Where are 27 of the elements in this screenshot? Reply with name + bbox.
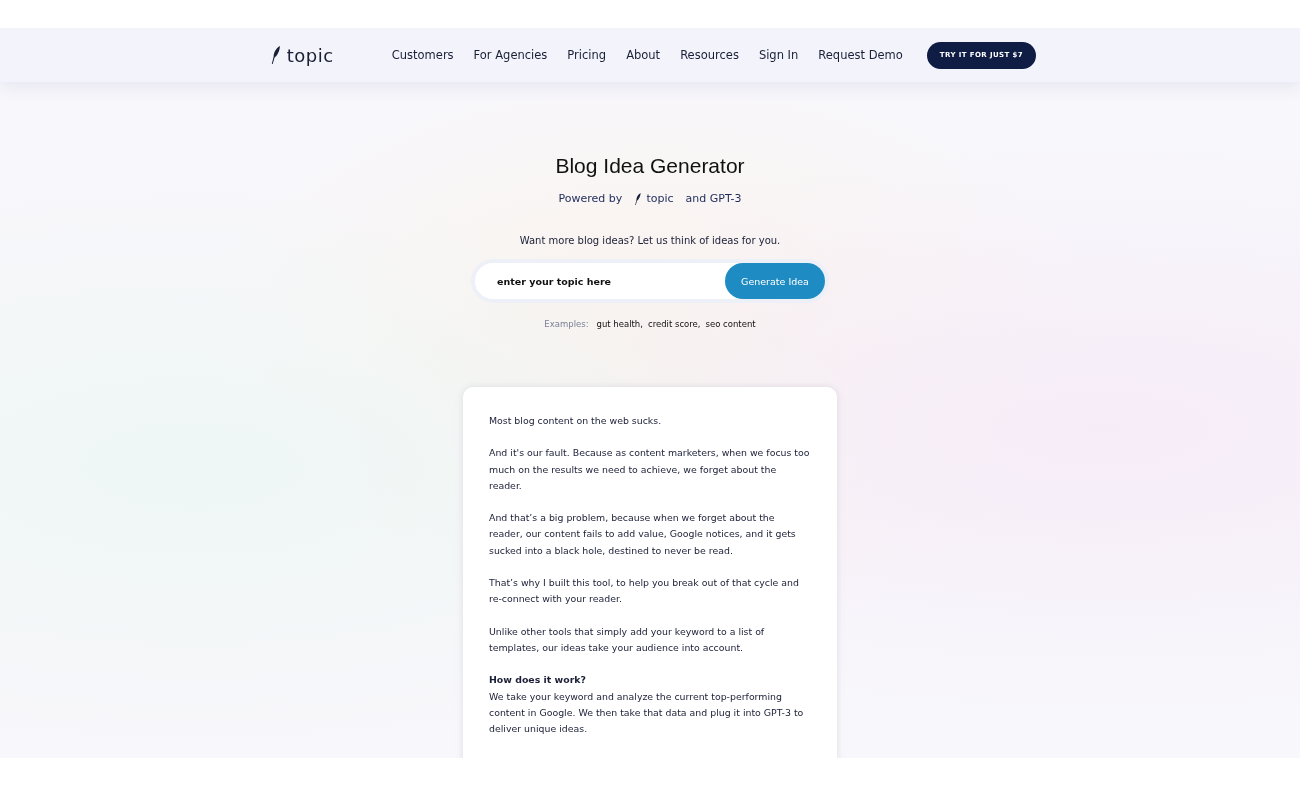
nav-link[interactable]: Resources <box>680 48 739 62</box>
quill-icon <box>270 46 281 64</box>
section-heading: How does it work? <box>489 673 587 688</box>
nav-link[interactable]: Request Demo <box>818 48 903 62</box>
topic-logo[interactable]: topic <box>270 44 334 66</box>
paragraph: Unlike other tools that simply add your keyword to a list of templates, our ideas take your audience into account. <box>489 624 766 655</box>
nav-link[interactable]: About <box>626 48 661 62</box>
paragraph: Most blog content on the web sucks. <box>489 414 663 428</box>
generate-idea-button[interactable]: Generate Idea <box>725 263 825 299</box>
powered-by-text: Powered by <box>558 192 623 205</box>
example-link[interactable]: seo content <box>705 319 756 329</box>
paragraph: That’s why I built this tool, to help you break out of that cycle and re-connect with your reader. <box>489 576 800 607</box>
quill-icon <box>634 192 642 205</box>
nav-link[interactable]: Customers <box>391 48 454 62</box>
paragraph: We take your keyword and analyze the current top-performing content in Google. We then take that data and plug it into GPT-3 to deliver unique ideas. <box>489 689 805 737</box>
page-title: Blog Idea Generator <box>555 154 745 178</box>
nav-link[interactable]: Pricing <box>567 48 607 62</box>
prompt-text: Want more blog ideas? Let us think of ideas for you. <box>519 235 781 246</box>
example-link[interactable]: credit score, <box>647 319 701 329</box>
topic-logo: topic <box>634 192 674 205</box>
examples-label: Examples: <box>544 319 589 329</box>
nav-link[interactable]: Sign In <box>758 48 799 62</box>
example-link[interactable]: gut health, <box>596 319 643 329</box>
powered-by-text: and GPT-3 <box>685 192 742 205</box>
paragraph: And it's our fault. Because as content marketers, when we focus too much on the results we need to achieve, we forget about the reader. <box>489 446 811 493</box>
paragraph: And that’s a big problem, because when we forget about the reader, our content fails to add value, Google notices, and it gets sucked into a black hole, destined to never be read. <box>489 511 797 558</box>
nav-link[interactable]: For Agencies <box>473 48 548 62</box>
